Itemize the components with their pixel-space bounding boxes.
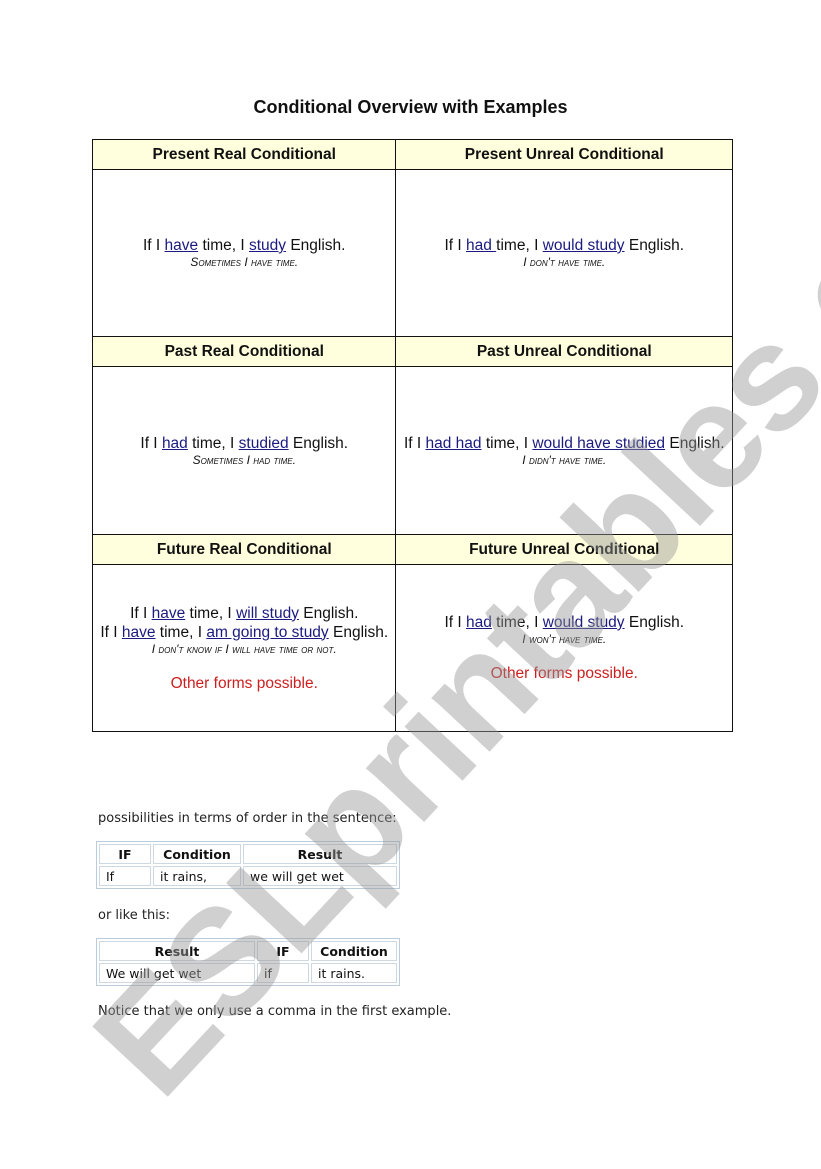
conditional-heading: Present Unreal Conditional	[395, 139, 733, 170]
conditional-heading: Past Real Conditional	[91, 336, 397, 367]
page-title: Conditional Overview with Examples	[253, 97, 568, 117]
example-sentence: If I had time, I would study English.	[402, 613, 726, 632]
table-cell: it rains.	[311, 963, 397, 983]
conditional-heading: Present Real Conditional	[91, 139, 397, 170]
conditional-example-cell: If I have time, I study English. Sometime…	[91, 169, 397, 337]
verb-phrase: had	[466, 614, 492, 631]
example-row: If I had time, I studied English. Sometim…	[91, 366, 733, 535]
sentence-text: English.	[286, 237, 346, 254]
heading-row: Future Real Conditional Future Unreal Con…	[91, 534, 733, 565]
meaning-note: Sometimes I have time.	[190, 255, 299, 269]
other-forms-note: Other forms possible.	[490, 665, 638, 682]
verb-phrase: study	[248, 237, 287, 254]
sentence-text: time, I	[491, 614, 543, 631]
sentence-text: time, I	[496, 237, 543, 254]
sentence-text: English.	[665, 434, 725, 452]
conditional-example-cell: If I had had time, I would have studied …	[395, 366, 733, 535]
verb-phrase: studied	[238, 434, 289, 452]
header-cell: IF	[99, 844, 151, 864]
table-cell: it rains,	[153, 866, 241, 886]
heading-row: Present Real Conditional Present Unreal C…	[91, 139, 733, 170]
conditional-heading: Past Unreal Conditional	[395, 336, 733, 367]
sentence-text: time, I	[481, 434, 533, 452]
other-forms-note: Other forms possible.	[170, 674, 318, 692]
example-row: If I have time, I will study English. If …	[91, 564, 733, 732]
sentence-text: English.	[328, 623, 389, 641]
order-table-if-first: IF Condition Result If it rains, we will…	[96, 841, 400, 889]
example-row: If I have time, I study English. Sometime…	[91, 169, 733, 337]
order-table-result-first: Result IF Condition We will get wet if i…	[96, 938, 400, 986]
example-sentence: If I had had time, I would have studied …	[402, 434, 726, 453]
sentence-text: English.	[624, 237, 684, 254]
sentence-text: If I	[142, 237, 165, 254]
table-header-row: Result IF Condition	[99, 941, 397, 961]
sentence-text: English.	[298, 604, 359, 622]
verb-phrase: will study	[236, 604, 299, 622]
header-cell: Result	[243, 844, 397, 864]
header-cell: IF	[257, 941, 309, 961]
conditional-heading: Future Unreal Conditional	[395, 534, 733, 565]
conditional-example-cell: If I had time, I would study English. I w…	[395, 564, 733, 732]
sentence-text: If I	[403, 434, 426, 452]
heading-row: Past Real Conditional Past Unreal Conditi…	[91, 336, 733, 367]
sentence-text: time, I	[185, 604, 237, 622]
table-header-row: IF Condition Result	[99, 844, 397, 864]
verb-phrase: would study	[542, 237, 625, 254]
meaning-note: I don't have time.	[523, 255, 606, 269]
sentence-text: time, I	[187, 434, 239, 452]
sentence-text: If I	[100, 623, 122, 641]
conditional-heading: Future Real Conditional	[91, 534, 397, 565]
sentence-text: time, I	[155, 623, 207, 641]
header-cell: Condition	[311, 941, 397, 961]
verb-phrase: am going to study	[206, 623, 329, 641]
sentence-text: If I	[130, 604, 152, 622]
table-cell: if	[257, 963, 309, 983]
meaning-note: Sometimes I had time.	[192, 452, 296, 467]
notice-text: Notice that we only use a comma in the f…	[98, 1004, 452, 1019]
example-sentence: If I have time, I will study English.	[99, 604, 389, 623]
verb-phrase: had	[466, 237, 497, 254]
conditional-example-cell: If I had time, I studied English. Sometim…	[91, 366, 397, 535]
meaning-note: I won't have time.	[522, 632, 607, 646]
table-row: We will get wet if it rains.	[99, 963, 397, 983]
table-cell: we will get wet	[243, 866, 397, 886]
verb-phrase: had had	[425, 434, 482, 452]
header-cell: Condition	[153, 844, 241, 864]
table-cell: If	[99, 866, 151, 886]
sentence-text: time, I	[198, 237, 249, 254]
verb-phrase: would have studied	[532, 434, 666, 452]
example-sentence: If I had time, I would study English.	[402, 236, 726, 255]
verb-phrase: had	[161, 434, 188, 452]
verb-phrase: have	[121, 623, 156, 641]
sentence-text: If I	[444, 237, 466, 254]
meaning-note: I don't know if I will have time or not.	[151, 641, 337, 656]
conditional-example-cell: If I had time, I would study English. I d…	[395, 169, 733, 337]
order-intro-text: possibilities in terms of order in the s…	[98, 811, 397, 826]
header-cell: Result	[99, 941, 255, 961]
sentence-text: English.	[624, 614, 685, 631]
verb-phrase: have	[151, 604, 186, 622]
sentence-text: If I	[140, 434, 162, 452]
verb-phrase: would study	[542, 614, 625, 631]
verb-phrase: have	[164, 237, 199, 254]
conditional-overview-table: Present Real Conditional Present Unreal C…	[91, 139, 733, 732]
table-cell: We will get wet	[99, 963, 255, 983]
sentence-text: English.	[288, 434, 349, 452]
table-row: If it rains, we will get wet	[99, 866, 397, 886]
example-sentence: If I had time, I studied English.	[99, 434, 389, 453]
sentence-text: If I	[444, 614, 466, 631]
conditional-example-cell: If I have time, I will study English. If …	[91, 564, 397, 732]
or-like-this-text: or like this:	[98, 908, 170, 923]
example-sentence: If I have time, I am going to study Engl…	[99, 623, 389, 642]
meaning-note: I didn't have time.	[522, 452, 607, 467]
example-sentence: If I have time, I study English.	[99, 236, 389, 255]
